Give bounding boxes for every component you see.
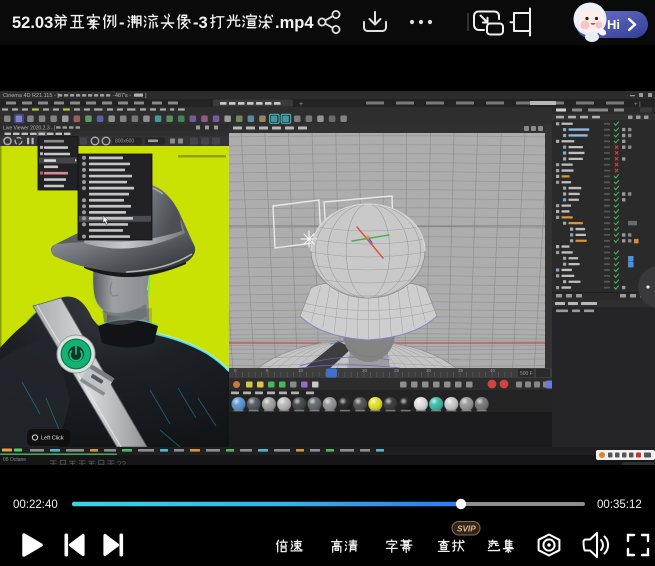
svg-text:10: 10 — [298, 368, 304, 373]
svg-text:35: 35 — [458, 368, 464, 373]
svg-text:52.03: 52.03 — [12, 14, 53, 32]
svg-text:Hi: Hi — [607, 17, 620, 32]
svg-text:Live Viewer 2020.2.3 - [: Live Viewer 2020.2.3 - [ — [3, 126, 56, 132]
svg-text:SVIP: SVIP — [457, 525, 476, 534]
svg-text:+: + — [299, 101, 303, 108]
svg-text:08 Octane: 08 Octane — [3, 457, 26, 463]
svg-text:30: 30 — [426, 368, 432, 373]
svg-text:.mp4: .mp4 — [275, 14, 314, 32]
svg-text:25: 25 — [394, 368, 400, 373]
svg-text:20: 20 — [362, 368, 368, 373]
svg-text:500 F: 500 F — [520, 371, 533, 377]
svg-text:-487's -: -487's - — [113, 93, 131, 99]
svg-text:-: - — [119, 14, 125, 32]
svg-text:800x600: 800x600 — [115, 139, 134, 145]
svg-text:00:35:12: 00:35:12 — [597, 499, 642, 511]
svg-text:00:22:40: 00:22:40 — [13, 499, 58, 511]
svg-text:Cinema 4D R21.115 - [: Cinema 4D R21.115 - [ — [3, 93, 59, 99]
svg-text:Left Click: Left Click — [41, 436, 64, 442]
svg-text:-3: -3 — [193, 14, 208, 32]
svg-text:40: 40 — [490, 368, 496, 373]
